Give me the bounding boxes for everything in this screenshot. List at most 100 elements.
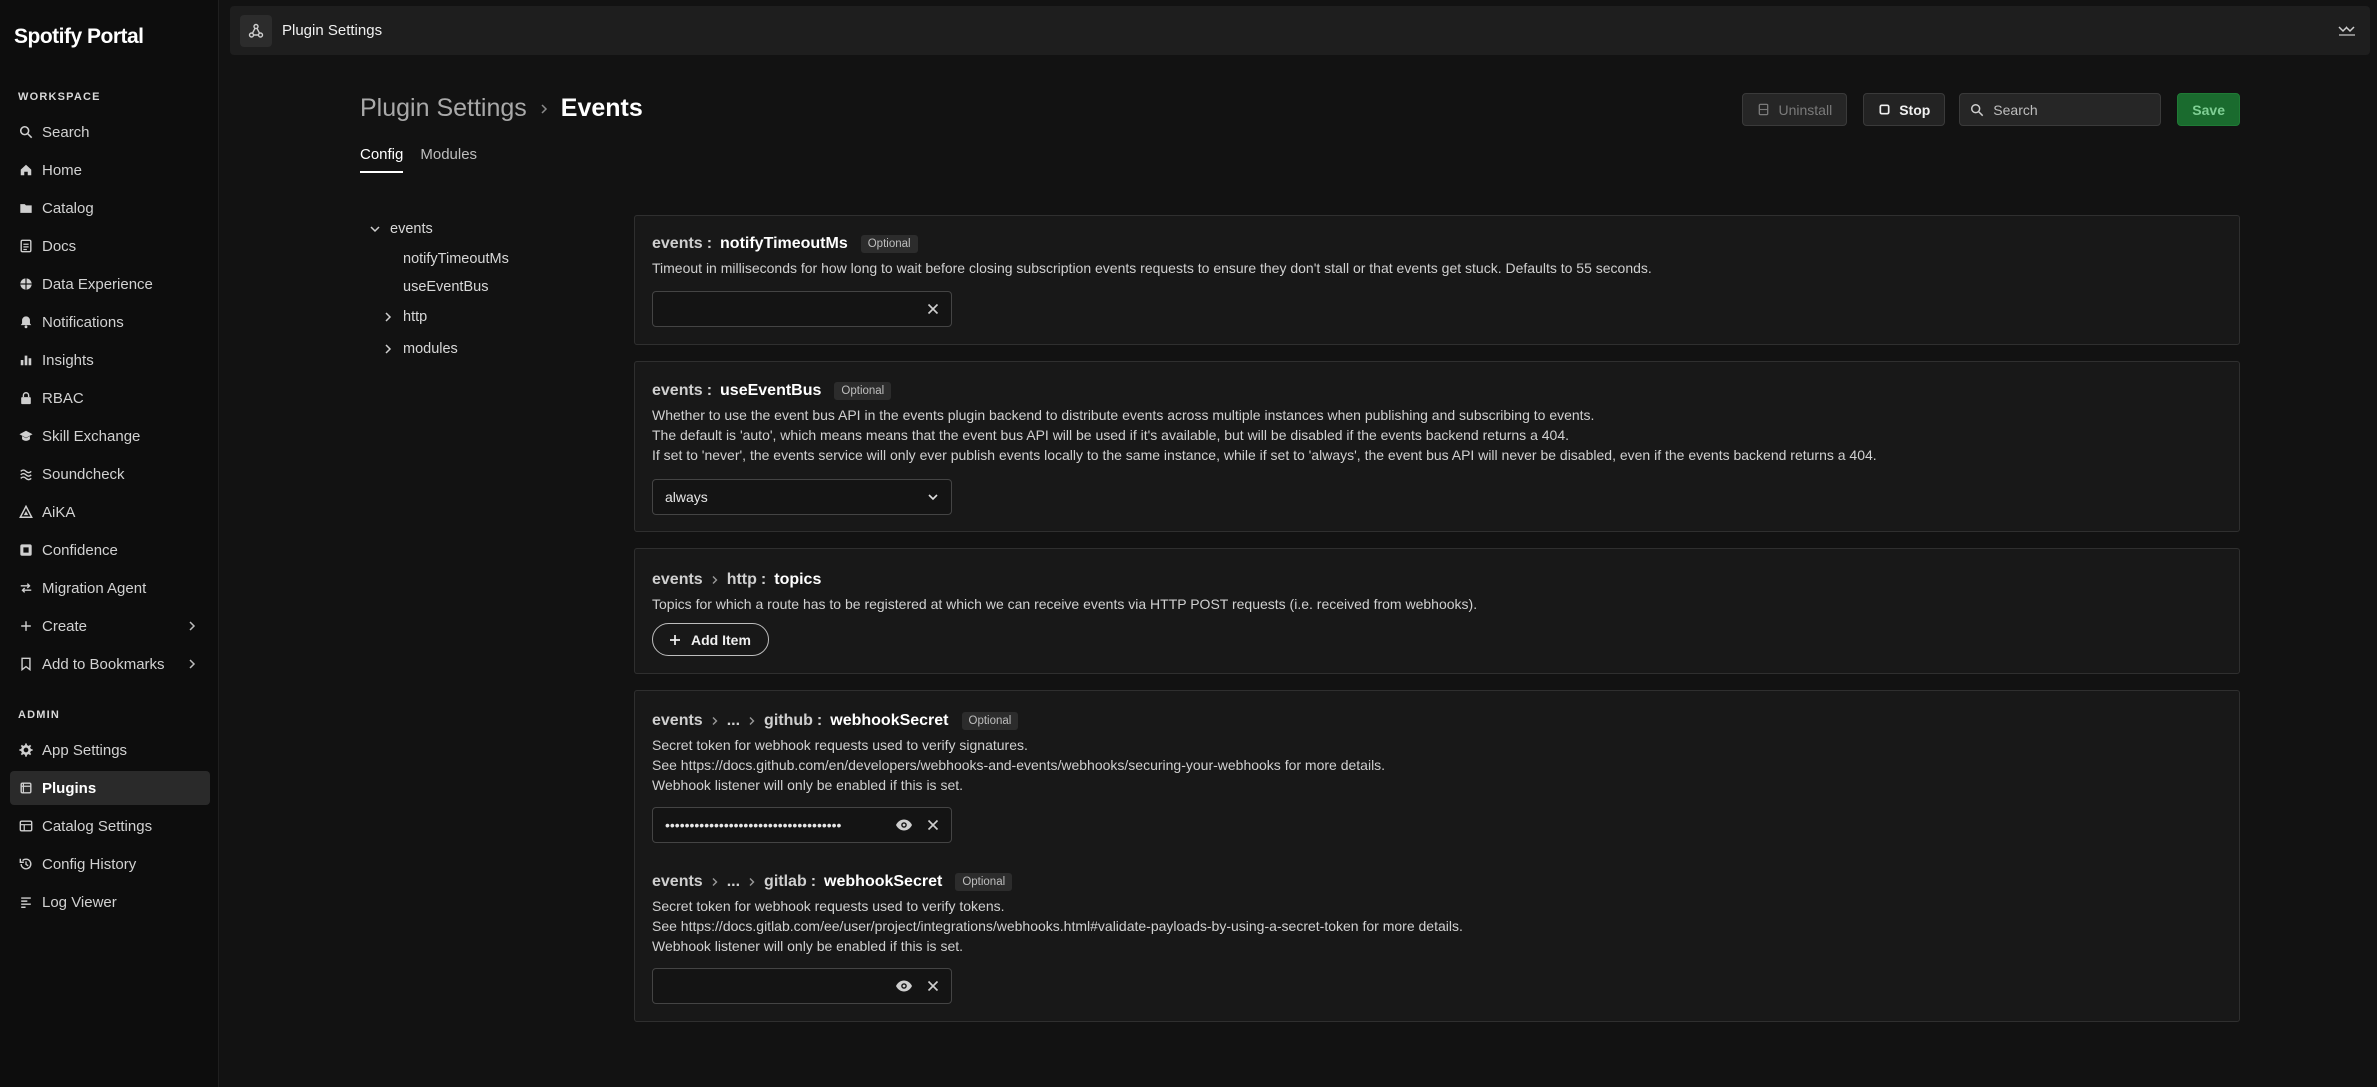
sidebar-item-search[interactable]: Search xyxy=(10,115,210,149)
gitlab-secret-input-box xyxy=(652,968,952,1004)
sidebar-item-home[interactable]: Home xyxy=(10,153,210,187)
chevron-right-icon xyxy=(189,659,196,669)
soundcheck-icon xyxy=(20,469,32,481)
sidebar-item-insights[interactable]: Insights xyxy=(10,343,210,377)
sidebar-item-create[interactable]: Create xyxy=(10,609,210,643)
sidebar-item-log-viewer[interactable]: Log Viewer xyxy=(10,885,210,919)
brand-logo[interactable]: Spotify Portal xyxy=(14,25,144,49)
chevron-right-icon xyxy=(385,312,392,322)
chevron-right-icon xyxy=(541,103,547,114)
admin-section-label: ADMIN xyxy=(18,709,61,721)
optional-badge: Optional xyxy=(955,873,1013,891)
home-icon xyxy=(20,164,32,176)
field-card-http-topics: events http : topics Topics for which a … xyxy=(634,548,2240,674)
sidebar-item-label: Notifications xyxy=(42,313,124,331)
field-description: Secret token for webhook requests used t… xyxy=(652,898,1463,954)
bar-chart-icon xyxy=(20,355,32,366)
search-icon xyxy=(1971,103,1984,116)
clear-icon[interactable] xyxy=(925,817,941,833)
sidebar-item-confidence[interactable]: Confidence xyxy=(10,533,210,567)
eye-icon[interactable] xyxy=(895,977,913,995)
eye-icon[interactable] xyxy=(895,816,913,834)
top-bar: Plugin Settings xyxy=(230,6,2370,55)
tree-item-events[interactable]: events xyxy=(369,221,433,237)
search-field[interactable] xyxy=(1959,93,2162,126)
tab-config[interactable]: Config xyxy=(360,146,404,173)
sidebar-item-label: Migration Agent xyxy=(42,579,147,597)
collapse-icon[interactable] xyxy=(2338,23,2356,37)
bookmark-icon xyxy=(21,657,31,671)
sidebar-item-data-experience[interactable]: Data Experience xyxy=(10,267,210,301)
clear-icon[interactable] xyxy=(925,301,941,317)
field-key: useEventBus xyxy=(720,382,822,399)
sidebar-item-label: Soundcheck xyxy=(42,465,125,483)
gear-icon xyxy=(19,743,33,757)
field-key: topics xyxy=(774,571,822,588)
sidebar-item-label: RBAC xyxy=(42,389,84,407)
sidebar-item-skill-exchange[interactable]: Skill Exchange xyxy=(10,419,210,453)
tree-item-useeventbus[interactable]: useEventBus xyxy=(403,279,488,295)
sidebar-item-catalog-settings[interactable]: Catalog Settings xyxy=(10,809,210,843)
sidebar-item-config-history[interactable]: Config History xyxy=(10,847,210,881)
selected-value: always xyxy=(665,489,708,505)
sidebar-item-plugins[interactable]: Plugins xyxy=(10,771,210,805)
use-event-bus-select[interactable]: always xyxy=(652,479,952,515)
clear-icon[interactable] xyxy=(925,978,941,994)
sidebar-item-label: Catalog xyxy=(42,199,94,217)
table-icon xyxy=(19,820,33,832)
breadcrumb-plugin-settings[interactable]: Plugin Settings xyxy=(360,94,527,123)
chevron-down-icon xyxy=(928,494,938,501)
tabs: Config Modules xyxy=(360,146,494,173)
page-title: Events xyxy=(560,94,643,122)
sidebar-item-aika[interactable]: AiKA xyxy=(10,495,210,529)
bell-icon xyxy=(20,316,32,329)
sidebar-item-label: Config History xyxy=(42,855,137,873)
optional-badge: Optional xyxy=(961,712,1019,730)
uninstall-button[interactable]: Uninstall xyxy=(1742,93,1848,126)
field-path: events : notifyTimeoutMs Optional xyxy=(652,233,1652,255)
tab-modules[interactable]: Modules xyxy=(420,146,477,173)
field-notify-timeout-ms: events : notifyTimeoutMs Optional Timeou… xyxy=(652,233,1652,278)
sidebar-item-migration-agent[interactable]: Migration Agent xyxy=(10,571,210,605)
chevron-right-icon xyxy=(712,878,718,886)
sidebar-item-label: Skill Exchange xyxy=(42,427,141,445)
chevron-down-icon xyxy=(370,226,380,233)
tree-item-http[interactable]: http xyxy=(382,309,427,325)
sidebar-item-catalog[interactable]: Catalog xyxy=(10,191,210,225)
optional-badge: Optional xyxy=(860,235,918,253)
sidebar: Spotify Portal WORKSPACE Search Home Cat… xyxy=(0,0,219,1087)
confidence-icon xyxy=(20,544,32,556)
sidebar-item-label: AiKA xyxy=(42,503,76,521)
tree-item-modules[interactable]: modules xyxy=(382,341,458,357)
sidebar-item-notifications[interactable]: Notifications xyxy=(10,305,210,339)
chevron-right-icon xyxy=(385,344,392,354)
chevron-right-icon xyxy=(189,621,196,631)
add-item-button[interactable]: Add Item xyxy=(652,623,769,656)
stop-icon xyxy=(1879,104,1890,115)
field-http-topics: events http : topics Topics for which a … xyxy=(652,569,1477,614)
sidebar-item-label: Confidence xyxy=(42,541,118,559)
sidebar-item-add-to-bookmarks[interactable]: Add to Bookmarks xyxy=(10,647,210,681)
sidebar-item-docs[interactable]: Docs xyxy=(10,229,210,263)
plus-icon xyxy=(21,621,31,631)
sidebar-item-app-settings[interactable]: App Settings xyxy=(10,733,210,767)
save-button[interactable]: Save xyxy=(2177,93,2240,126)
notify-timeout-input[interactable] xyxy=(653,301,925,317)
github-secret-input[interactable] xyxy=(653,817,895,833)
tree-item-notifytimeoutms[interactable]: notifyTimeoutMs xyxy=(403,251,509,267)
stop-button[interactable]: Stop xyxy=(1863,93,1946,126)
github-secret-input-box xyxy=(652,807,952,843)
sidebar-item-soundcheck[interactable]: Soundcheck xyxy=(10,457,210,491)
field-card-webhook-secrets: events ... github : webhookSecret Option… xyxy=(634,690,2240,1022)
search-input[interactable] xyxy=(1993,101,2154,118)
trash-icon xyxy=(1759,103,1769,116)
sidebar-item-rbac[interactable]: RBAC xyxy=(10,381,210,415)
arrows-swap-icon xyxy=(20,583,32,593)
workspace-section-label: WORKSPACE xyxy=(18,91,101,103)
field-path: events ... gitlab : webhookSecret Option… xyxy=(652,871,1463,893)
field-key: webhookSecret xyxy=(830,712,949,729)
chevron-right-icon xyxy=(712,717,718,725)
sidebar-item-label: Search xyxy=(42,123,90,141)
field-gitlab-webhook-secret: events ... gitlab : webhookSecret Option… xyxy=(652,871,1463,956)
gitlab-secret-input[interactable] xyxy=(653,978,895,994)
